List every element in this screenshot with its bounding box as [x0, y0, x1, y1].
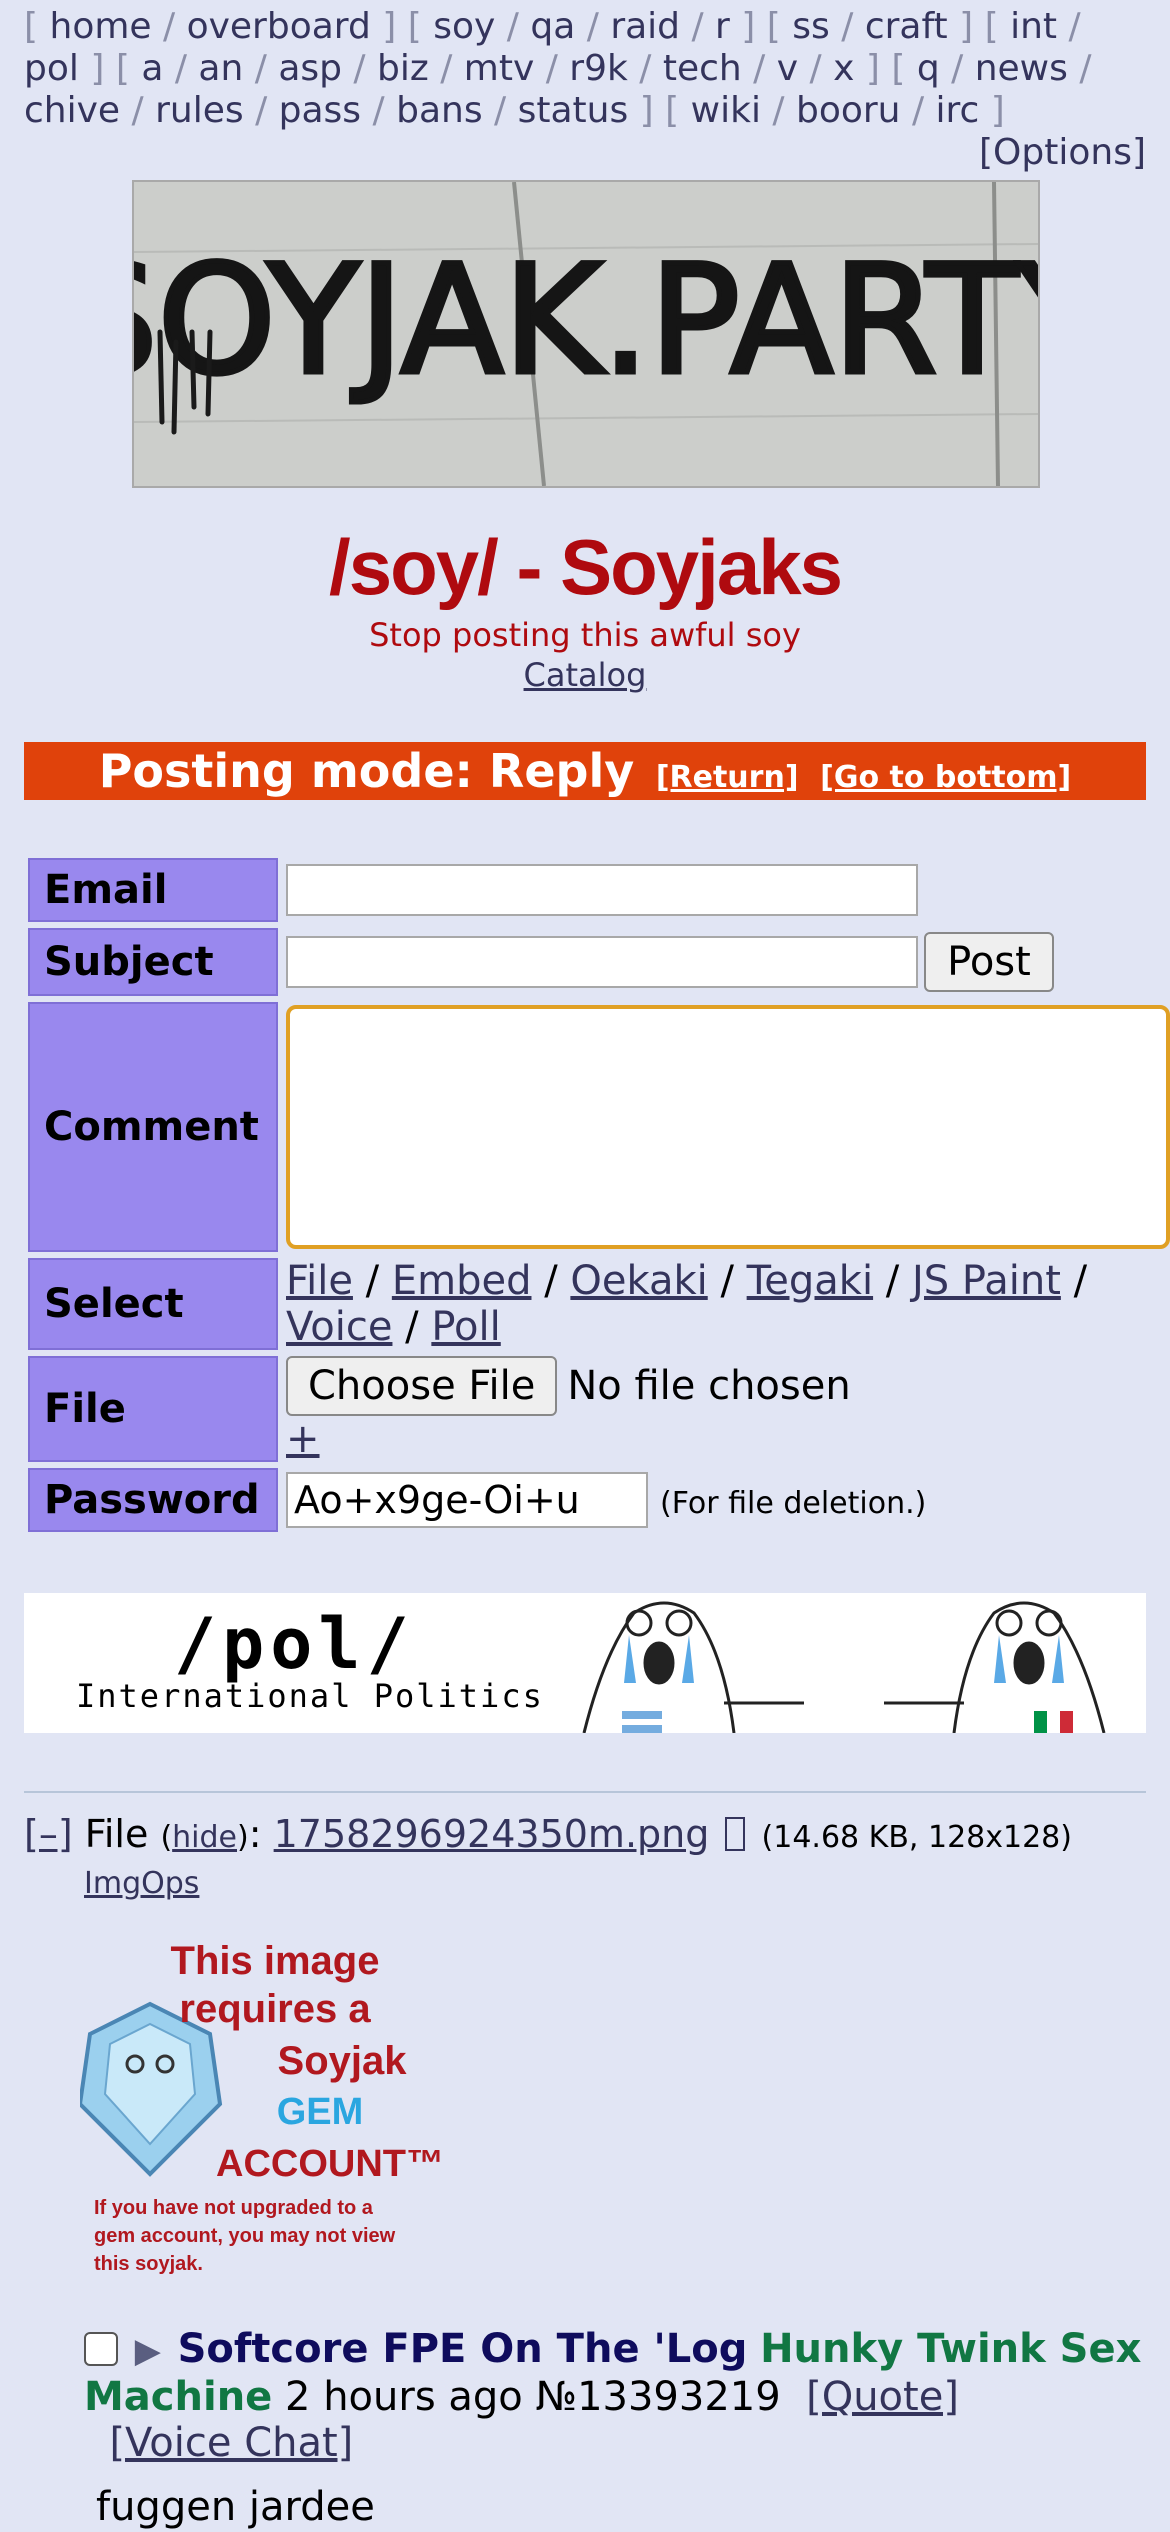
gem-fine3: this soyjak. — [94, 2253, 203, 2275]
email-label: Email — [28, 858, 278, 922]
board-link-raid[interactable]: raid — [610, 6, 680, 47]
catalog-link[interactable]: Catalog — [524, 656, 647, 694]
board-link-rules[interactable]: rules — [155, 90, 244, 131]
board-link-an[interactable]: an — [198, 48, 243, 89]
board-nav: [ home / overboard ] [ soy / qa / raid /… — [24, 6, 1092, 131]
options-link[interactable]: [Options] — [979, 132, 1146, 173]
board-link-tech[interactable]: tech — [663, 48, 742, 89]
add-file-link[interactable]: + — [286, 1416, 320, 1462]
board-link-x[interactable]: x — [833, 48, 854, 89]
post-number[interactable]: №13393219 — [535, 2374, 780, 2420]
board-link-a[interactable]: a — [141, 48, 163, 89]
post-checkbox[interactable] — [84, 2332, 118, 2366]
pol-ad-banner[interactable]: /pol/ International Politics — [24, 1593, 1146, 1733]
select-file-link[interactable]: File — [286, 1258, 353, 1304]
select-options: File / Embed / Oekaki / Tegaki / JS Pain… — [286, 1258, 1088, 1350]
catalog-link-wrap: Catalog — [0, 656, 1170, 694]
select-label: Select — [28, 1258, 278, 1350]
collapse-toggle[interactable]: [–] — [24, 1812, 73, 1856]
gem-line1: This image — [171, 1939, 380, 1983]
post-time: 2 hours ago — [285, 2374, 523, 2420]
broken-glyph-icon — [725, 1817, 746, 1851]
imgops-wrap: ImgOps — [84, 1866, 199, 1901]
file-info: [–] File (hide): 1758296924350m.png (14.… — [24, 1812, 1072, 1856]
board-link-wiki[interactable]: wiki — [691, 90, 761, 131]
gem-account-image[interactable]: This image requires a Soyjak GEM ACCOUNT… — [77, 1924, 466, 2286]
ad-title: /pol/ — [174, 1603, 415, 1685]
gem-line4: GEM — [277, 2091, 364, 2133]
subject-field[interactable] — [286, 936, 918, 988]
choose-file-button[interactable]: Choose File — [286, 1356, 558, 1416]
board-link-status[interactable]: status — [518, 90, 629, 131]
select-jspaint-link[interactable]: JS Paint — [912, 1258, 1061, 1304]
gem-fine1: If you have not upgraded to a — [94, 2197, 374, 2219]
board-link-home[interactable]: home — [50, 6, 152, 47]
comment-textarea[interactable] — [286, 1005, 1170, 1249]
password-label: Password — [28, 1468, 278, 1532]
board-link-overboard[interactable]: overboard — [187, 6, 371, 47]
file-prefix: File — [84, 1812, 149, 1856]
board-link-v[interactable]: v — [777, 48, 798, 89]
go-to-bottom-link[interactable]: [Go to bottom] — [820, 760, 1071, 795]
board-link-biz[interactable]: biz — [377, 48, 429, 89]
password-field[interactable]: Ao+x9ge-Oi+u — [286, 1472, 648, 1528]
divider — [24, 1791, 1146, 1793]
board-link-int[interactable]: int — [1010, 6, 1057, 47]
subject-label: Subject — [28, 928, 278, 996]
board-link-soy[interactable]: soy — [433, 6, 495, 47]
posting-mode-bar: Posting mode: Reply [Return] [Go to bott… — [24, 742, 1146, 800]
return-link[interactable]: [Return] — [656, 760, 799, 795]
voice-chat-link[interactable]: [Voice Chat] — [109, 2420, 353, 2466]
banner-image: SOYJAK.PARTY — [132, 180, 1040, 488]
email-field[interactable] — [286, 864, 918, 916]
post-body: fuggen jardee — [96, 2484, 375, 2530]
select-embed-link[interactable]: Embed — [392, 1258, 532, 1304]
post-subject: Softcore FPE On The 'Log — [177, 2326, 748, 2372]
hide-file-link[interactable]: hide — [172, 1820, 237, 1855]
board-link-q[interactable]: q — [917, 48, 940, 89]
select-tegaki-link[interactable]: Tegaki — [747, 1258, 873, 1304]
board-link-pass[interactable]: pass — [279, 90, 361, 131]
file-name-link[interactable]: 1758296924350m.png — [274, 1812, 710, 1856]
board-link-booru[interactable]: booru — [796, 90, 901, 131]
board-title: /soy/ - Soyjaks — [329, 523, 843, 611]
board-link-news[interactable]: news — [975, 48, 1068, 89]
post-button[interactable]: Post — [924, 932, 1054, 992]
crying-soyjak-icon — [582, 1601, 1106, 1733]
board-link-craft[interactable]: craft — [865, 6, 948, 47]
select-oekaki-link[interactable]: Oekaki — [570, 1258, 707, 1304]
file-meta: (14.68 KB, 128x128) — [761, 1820, 1072, 1855]
board-link-bans[interactable]: bans — [396, 90, 482, 131]
select-voice-link[interactable]: Voice — [286, 1304, 392, 1350]
board-link-irc[interactable]: irc — [936, 90, 980, 131]
banner-text: SOYJAK.PARTY — [134, 234, 1038, 408]
ad-subtitle: International Politics — [76, 1677, 544, 1715]
board-link-mtv[interactable]: mtv — [464, 48, 535, 89]
posting-mode-title: Posting mode: Reply — [98, 744, 635, 798]
board-link-ss[interactable]: ss — [792, 6, 830, 47]
board-link-asp[interactable]: asp — [278, 48, 342, 89]
board-link-pol[interactable]: pol — [24, 48, 79, 89]
gem-line3: Soyjak — [278, 2039, 408, 2083]
post-header: ▶ Softcore FPE On The 'Log Hunky Twink S… — [84, 2326, 1144, 2466]
imgops-link[interactable]: ImgOps — [84, 1866, 199, 1901]
password-note: (For file deletion.) — [660, 1486, 927, 1521]
select-poll-link[interactable]: Poll — [431, 1304, 500, 1350]
expand-triangle-icon[interactable]: ▶ — [135, 2331, 161, 2371]
board-link-r[interactable]: r — [715, 6, 730, 47]
board-link-chive[interactable]: chive — [24, 90, 120, 131]
quote-link[interactable]: [Quote] — [806, 2374, 959, 2420]
post-form: Email Subject Post Comment Select File /… — [28, 852, 1170, 1538]
file-status: No file chosen — [567, 1363, 851, 1409]
board-link-r9k[interactable]: r9k — [569, 48, 628, 89]
gem-fine2: gem account, you may not view — [94, 2225, 396, 2247]
comment-label: Comment — [28, 1002, 278, 1252]
gem-line2: requires a — [179, 1987, 371, 2031]
file-label: File — [28, 1356, 278, 1462]
board-link-qa[interactable]: qa — [530, 6, 575, 47]
gem-line5: ACCOUNT™ — [216, 2143, 444, 2185]
board-subtitle: Stop posting this awful soy — [369, 616, 801, 654]
